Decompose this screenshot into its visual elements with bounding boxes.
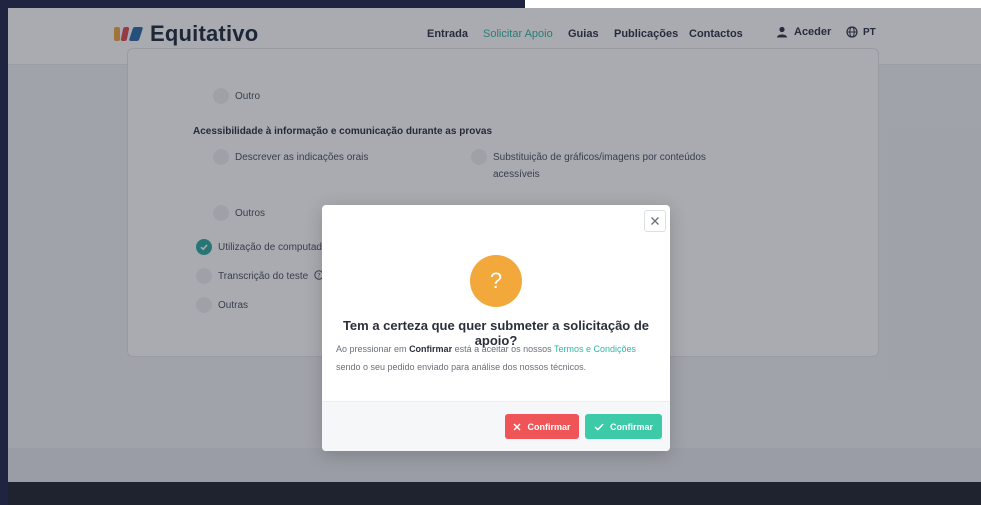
question-icon: ? — [470, 255, 522, 307]
dialog-footer: Confirmar Confirmar — [322, 401, 670, 451]
x-icon — [513, 422, 522, 431]
message-prefix: Ao pressionar em — [336, 344, 407, 354]
dialog-message: Ao pressionar em Confirmar está a aceita… — [336, 340, 656, 376]
check-icon — [594, 423, 604, 431]
page-frame: Equitativo Entrada Solicitar Apoio Guias… — [8, 8, 981, 505]
message-mid: está a aceitar os nossos — [454, 344, 552, 354]
confirm-button-label: Confirmar — [609, 421, 653, 432]
terms-link[interactable]: Termos e Condições — [554, 344, 636, 354]
window-edge — [525, 0, 981, 8]
confirm-dialog: ? Tem a certeza que quer submeter a soli… — [322, 205, 670, 451]
close-icon — [651, 217, 659, 225]
cancel-button-label: Confirmar — [527, 421, 571, 432]
cancel-button[interactable]: Confirmar — [505, 414, 579, 439]
close-button[interactable] — [644, 210, 666, 232]
message-bold: Confirmar — [409, 344, 453, 354]
message-suffix: sendo o seu pedido enviado para análise … — [336, 362, 587, 372]
confirm-button[interactable]: Confirmar — [585, 414, 662, 439]
